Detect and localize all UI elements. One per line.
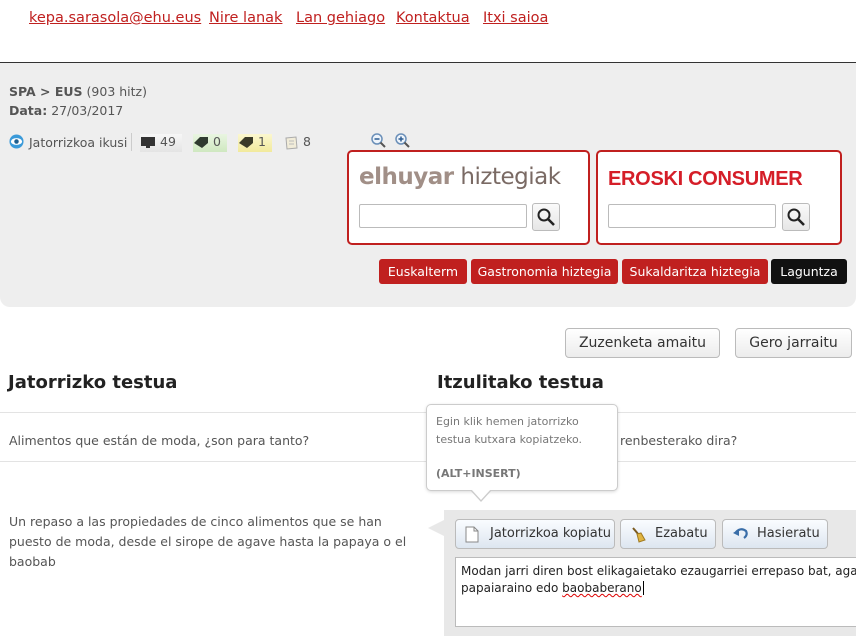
- divider: [131, 133, 132, 151]
- language-pair: SPA > EUS (903 hitz): [9, 84, 147, 99]
- spellcheck-error: baobaberano: [562, 581, 642, 595]
- top-nav: kepa.sarasola@ehu.eus Nire lanak Lan geh…: [0, 0, 856, 63]
- search-icon: [537, 208, 555, 226]
- elhuyar-logo: elhuyar hiztegiak: [359, 164, 561, 190]
- broom-icon: [632, 527, 646, 543]
- eroski-logo: EROSKI CONSUMER: [608, 168, 803, 190]
- euskalterm-button[interactable]: Euskalterm: [379, 259, 467, 284]
- elhuyar-search-input[interactable]: [359, 204, 527, 228]
- monitor-icon: [141, 137, 155, 148]
- note-icon: [285, 135, 298, 150]
- logout-link[interactable]: Itxi saioa: [483, 10, 548, 26]
- zoom-out-icon[interactable]: [370, 132, 386, 148]
- contact-link[interactable]: Kontaktua: [396, 10, 470, 26]
- cooking-dictionary-button[interactable]: Sukaldaritza hiztegia: [622, 259, 768, 284]
- translated-text-heading: Itzulitako testua: [437, 372, 604, 393]
- machine-translation-count: 49: [140, 134, 182, 152]
- gastronomy-dictionary-button[interactable]: Gastronomia hiztegia: [471, 259, 618, 284]
- target-segment[interactable]: renbesterako dira?: [620, 433, 737, 448]
- elhuyar-search-button[interactable]: [532, 203, 560, 231]
- eroski-search-input[interactable]: [608, 204, 776, 228]
- text-cursor: [642, 581, 644, 595]
- notes-count: 8: [284, 134, 316, 152]
- document-icon: [465, 526, 479, 543]
- editor-pointer: [428, 520, 444, 536]
- finish-review-button[interactable]: Zuzenketa amaitu: [565, 328, 720, 358]
- view-source-link[interactable]: Jatorrizkoa ikusi: [29, 135, 127, 150]
- search-icon: [787, 208, 805, 226]
- exact-match-count: 0: [193, 134, 227, 152]
- zoom-in-icon[interactable]: [394, 132, 410, 148]
- translation-textarea[interactable]: Modan jarri diren bost elikagaietako eza…: [455, 557, 856, 627]
- help-button[interactable]: Laguntza: [771, 259, 847, 284]
- tag-icon: [239, 137, 253, 148]
- reset-button[interactable]: Hasieratu: [722, 519, 828, 549]
- tooltip-arrow: [471, 489, 491, 500]
- fuzzy-match-count: 1: [238, 134, 272, 152]
- more-works-link[interactable]: Lan gehiago: [296, 10, 385, 26]
- clear-button[interactable]: Ezabatu: [620, 519, 716, 549]
- job-date: Data: 27/03/2017: [9, 103, 124, 118]
- source-segment: Un repaso a las propiedades de cinco ali…: [9, 514, 407, 569]
- undo-icon: [733, 528, 748, 539]
- tag-icon: [194, 137, 208, 148]
- eroski-dictionary-box: EROSKI CONSUMER: [596, 150, 842, 245]
- elhuyar-dictionary-box: elhuyar hiztegiak: [347, 150, 590, 245]
- eye-icon[interactable]: [9, 134, 24, 149]
- user-email-link[interactable]: kepa.sarasola@ehu.eus: [29, 10, 201, 26]
- copy-source-button[interactable]: Jatorrizkoa kopiatu: [455, 519, 615, 549]
- my-works-link[interactable]: Nire lanak: [209, 10, 282, 26]
- continue-later-button[interactable]: Gero jarraitu: [735, 328, 852, 358]
- source-segment: Alimentos que están de moda, ¿son para t…: [9, 433, 310, 448]
- source-text-heading: Jatorrizko testua: [8, 372, 178, 393]
- eroski-search-button[interactable]: [782, 203, 810, 231]
- word-count: (903 hitz): [86, 84, 147, 99]
- copy-source-tooltip: Egin klik hemen jatorrizko testua kutxar…: [426, 404, 618, 491]
